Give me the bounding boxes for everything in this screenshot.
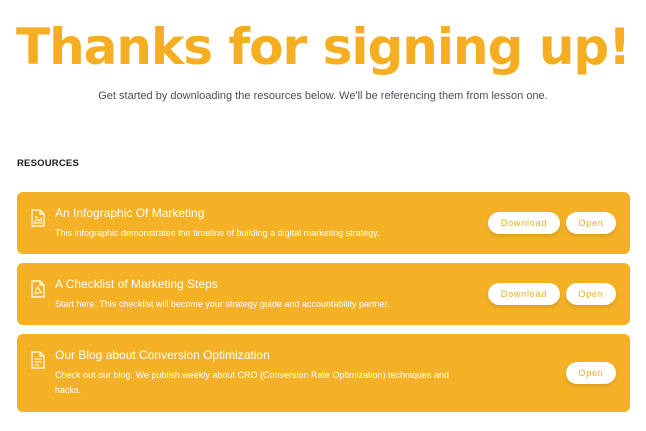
image-file-icon [30, 209, 46, 227]
page-title: Thanks for signing up! [15, 18, 631, 76]
open-button[interactable]: Open [566, 212, 616, 234]
resource-description: Check out our blog. We publish weekly ab… [55, 370, 450, 395]
document-file-icon [30, 351, 46, 369]
page: Thanks for signing up! Get started by do… [0, 0, 646, 431]
resource-title: A Checklist of Marketing Steps [55, 277, 218, 291]
resource-card-infographic: An Infographic Of Marketing This infogra… [17, 192, 630, 254]
download-button[interactable]: Download [488, 212, 560, 234]
pdf-file-icon [30, 280, 46, 298]
resources-heading: RESOURCES [17, 158, 79, 169]
resource-description: This infographic demonstrates the timeli… [55, 228, 380, 238]
open-button[interactable]: Open [566, 283, 616, 305]
resource-card-checklist: A Checklist of Marketing Steps Start her… [17, 263, 630, 325]
resource-title: An Infographic Of Marketing [55, 206, 205, 220]
download-button[interactable]: Download [488, 283, 560, 305]
resource-description: Start here. This checklist will become y… [55, 299, 390, 309]
page-subtitle: Get started by downloading the resources… [98, 90, 548, 102]
resource-title: Our Blog about Conversion Optimization [55, 348, 270, 362]
open-button[interactable]: Open [566, 362, 616, 384]
resource-card-blog: Our Blog about Conversion Optimization C… [17, 334, 630, 412]
